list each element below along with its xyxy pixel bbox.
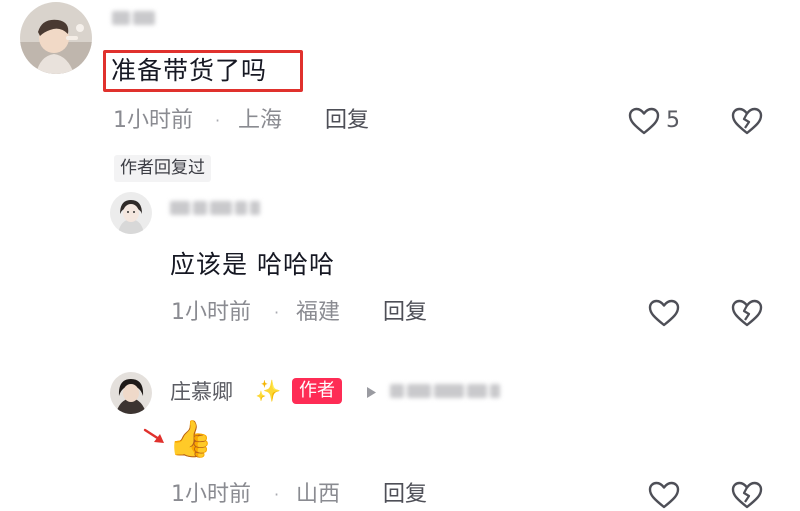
username-blurred[interactable]	[390, 384, 500, 398]
reply-time: 1小时前	[171, 300, 251, 325]
play-arrow-icon	[366, 386, 377, 399]
reply-location: 福建	[296, 300, 341, 325]
avatar[interactable]	[110, 192, 152, 234]
broken-heart-icon[interactable]	[731, 299, 763, 327]
reply-button[interactable]: 回复	[325, 110, 369, 132]
separator-dot: ·	[274, 303, 280, 322]
avatar[interactable]	[110, 372, 152, 414]
red-arrow-icon	[143, 428, 167, 446]
heart-icon[interactable]	[628, 107, 660, 135]
author-name[interactable]: 庄慕卿	[170, 382, 233, 403]
avatar[interactable]	[20, 2, 92, 74]
like-count: 5	[666, 108, 680, 133]
reply-text: 应该是 哈哈哈	[170, 250, 335, 279]
username-blurred[interactable]	[112, 11, 155, 25]
broken-heart-icon[interactable]	[731, 481, 763, 509]
reply-button[interactable]: 回复	[383, 484, 427, 506]
heart-icon[interactable]	[648, 299, 680, 327]
comment-location: 上海	[238, 108, 283, 133]
author-replied-tag: 作者回复过	[114, 155, 211, 182]
thumbs-up-emoji: 👍	[168, 419, 213, 460]
author-badge: 作者	[292, 378, 342, 404]
username-blurred[interactable]	[170, 201, 260, 215]
separator-dot: ·	[274, 485, 280, 504]
heart-icon[interactable]	[648, 481, 680, 509]
reply-location: 山西	[296, 482, 341, 507]
reply-time: 1小时前	[171, 482, 251, 507]
comment-text: 准备带货了吗	[111, 56, 268, 85]
broken-heart-icon[interactable]	[731, 107, 763, 135]
comment-time: 1小时前	[113, 108, 193, 133]
reply-button[interactable]: 回复	[383, 302, 427, 324]
sparkle-emoji: ✨	[255, 379, 282, 403]
separator-dot: ·	[215, 111, 221, 130]
